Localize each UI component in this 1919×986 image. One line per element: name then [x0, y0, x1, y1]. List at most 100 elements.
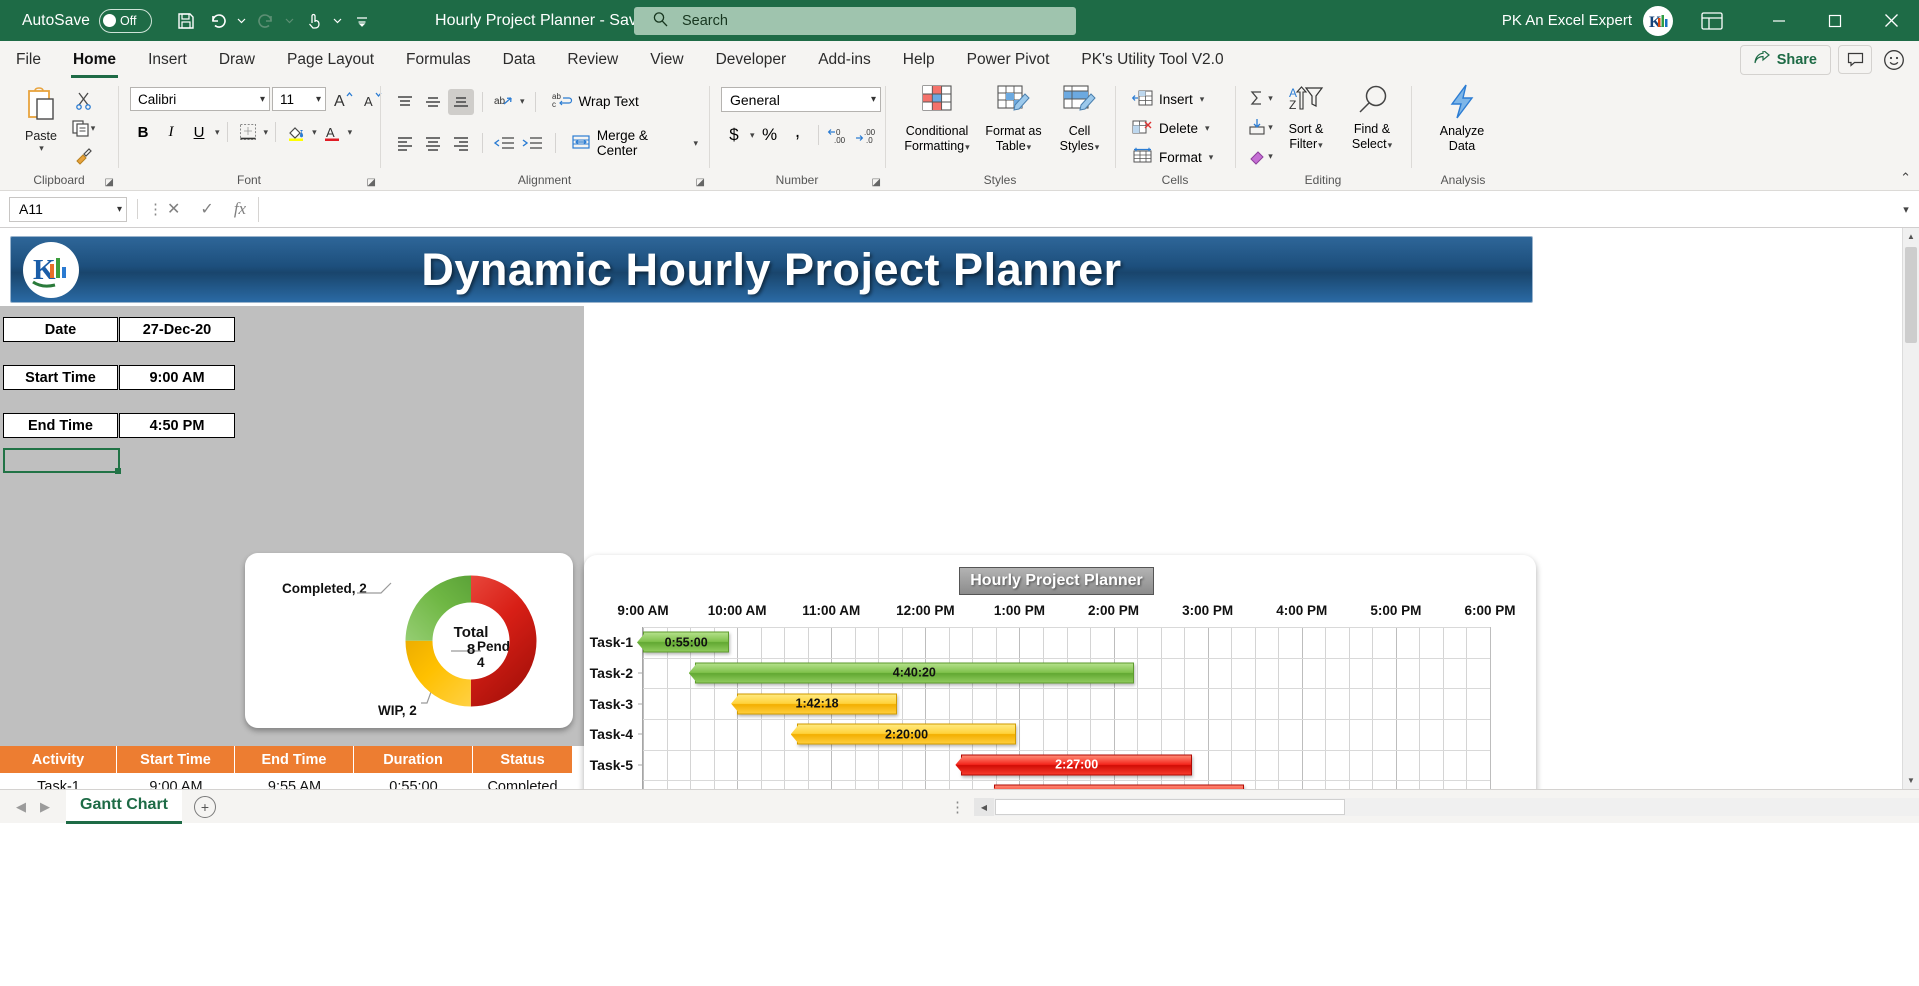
delete-cells-button[interactable]: Delete ▾	[1127, 115, 1215, 142]
cut-icon[interactable]	[70, 87, 96, 113]
tab-developer[interactable]: Developer	[700, 41, 803, 78]
conditional-formatting-dropdown-icon[interactable]: ▾	[965, 142, 970, 152]
horizontal-scroll-thumb[interactable]	[995, 799, 1345, 815]
name-box[interactable]: A11 ▾	[9, 196, 127, 222]
gantt-bar[interactable]: 2:20:00	[796, 723, 1017, 745]
formula-input[interactable]	[258, 196, 1893, 222]
share-button[interactable]: Share	[1739, 44, 1831, 75]
scroll-up-icon[interactable]: ▲	[1903, 228, 1919, 245]
minimize-button[interactable]	[1751, 0, 1807, 41]
selected-cell-a11[interactable]	[3, 448, 121, 474]
fill-dropdown-icon[interactable]: ▾	[1268, 122, 1273, 133]
col-header-end-time[interactable]: End Time	[235, 746, 354, 773]
font-dialog-launcher[interactable]: ◪	[367, 177, 376, 188]
text-orientation-dropdown-icon[interactable]: ▾	[520, 96, 525, 107]
tab-help[interactable]: Help	[887, 41, 951, 78]
table-row[interactable]: Task-1 9:00 AM 9:55 AM 0:55:00 Completed	[0, 773, 572, 790]
col-header-start-time[interactable]: Start Time	[117, 746, 235, 773]
borders-icon[interactable]	[235, 119, 261, 145]
tab-data[interactable]: Data	[487, 41, 552, 78]
table-cell-start-time[interactable]: 9:00 AM	[117, 773, 235, 790]
next-sheet-icon[interactable]: ▶	[40, 799, 50, 815]
format-painter-icon[interactable]	[70, 143, 96, 169]
number-dialog-launcher[interactable]: ◪	[872, 177, 881, 188]
percent-style-icon[interactable]: %	[757, 122, 783, 148]
touch-mode-dropdown-icon[interactable]	[330, 6, 345, 36]
merge-center-button[interactable]: Merge & Center ▾	[566, 125, 703, 161]
copy-dropdown-icon[interactable]: ▾	[91, 123, 96, 134]
font-name-dropdown-icon[interactable]: ▾	[260, 94, 265, 105]
font-color-icon[interactable]: A	[319, 119, 345, 145]
enter-check-icon[interactable]: ✓	[200, 199, 213, 219]
find-select-dropdown-icon[interactable]: ▾	[1388, 140, 1393, 150]
autosave-control[interactable]: AutoSave Off	[22, 8, 153, 33]
collapse-ribbon-icon[interactable]: ⌃	[1900, 170, 1911, 186]
underline-button[interactable]: U	[186, 119, 212, 145]
find-select-button[interactable]: Find & Select▾	[1339, 83, 1405, 151]
align-bottom-icon[interactable]	[448, 88, 474, 115]
align-left-icon[interactable]	[392, 130, 418, 156]
wrap-text-button[interactable]: ab c Wrap Text	[546, 88, 644, 115]
hscroll-left-icon[interactable]: ◀	[974, 798, 994, 816]
account-area[interactable]: PK An Excel Expert K	[1502, 0, 1673, 41]
close-button[interactable]	[1863, 0, 1919, 41]
fill-color-icon[interactable]	[283, 119, 309, 145]
font-size-input[interactable]: 11 ▾	[272, 87, 326, 111]
feedback-smiley-icon[interactable]	[1879, 45, 1909, 75]
alignment-dialog-launcher[interactable]: ◪	[696, 177, 705, 188]
fill-color-dropdown-icon[interactable]: ▾	[312, 127, 317, 138]
sort-filter-button[interactable]: AZ Sort & Filter▾	[1275, 83, 1337, 151]
borders-dropdown-icon[interactable]: ▾	[264, 127, 269, 138]
font-color-dropdown-icon[interactable]: ▾	[348, 127, 353, 138]
increase-decimal-icon[interactable]: .00.0	[854, 122, 880, 148]
accounting-format-dropdown-icon[interactable]: ▾	[750, 130, 755, 141]
sort-filter-dropdown-icon[interactable]: ▾	[1318, 140, 1323, 150]
delete-cells-dropdown-icon[interactable]: ▾	[1205, 123, 1210, 134]
expand-formula-bar-icon[interactable]: ▾	[1893, 203, 1919, 216]
comment-icon[interactable]	[1838, 45, 1872, 74]
undo-icon[interactable]	[202, 6, 233, 36]
gantt-chart[interactable]: Hourly Project Planner 9:00 AM 10:00 AM 11…	[584, 555, 1536, 789]
vertical-scrollbar[interactable]: ▲ ▼	[1902, 228, 1919, 789]
format-as-table-button[interactable]: Format as Table▾	[981, 83, 1046, 153]
increase-indent-icon[interactable]	[519, 130, 545, 156]
font-size-dropdown-icon[interactable]: ▾	[316, 94, 321, 105]
tab-file[interactable]: File	[0, 41, 57, 78]
align-middle-icon[interactable]	[420, 89, 446, 115]
col-header-duration[interactable]: Duration	[354, 746, 473, 773]
avatar[interactable]: K	[1643, 5, 1673, 36]
italic-button[interactable]: I	[158, 119, 184, 145]
touch-mode-icon[interactable]	[298, 6, 329, 36]
save-icon[interactable]	[170, 6, 201, 36]
info-value-end-time[interactable]: 4:50 PM	[119, 413, 235, 438]
tab-pk-utility-tool[interactable]: PK's Utility Tool V2.0	[1065, 41, 1239, 78]
restore-button[interactable]	[1807, 0, 1863, 41]
status-donut-chart[interactable]: Completed, 2 Pending 4 WIP, 2 Total 8	[245, 553, 573, 728]
customize-qat-icon[interactable]	[346, 6, 377, 36]
format-cells-button[interactable]: Format ▾	[1127, 144, 1218, 171]
align-center-icon[interactable]	[420, 130, 446, 156]
autosum-dropdown-icon[interactable]: ▾	[1268, 93, 1273, 104]
table-cell-status[interactable]: Completed	[473, 773, 572, 790]
paste-dropdown-icon[interactable]: ▾	[39, 143, 44, 153]
search-box[interactable]: Search	[634, 7, 1076, 35]
formula-bar-more-icon[interactable]: ⋮	[148, 200, 163, 218]
autosum-sigma-icon[interactable]: ▾	[1247, 85, 1273, 111]
accounting-format-icon[interactable]: $	[721, 122, 747, 148]
format-cells-dropdown-icon[interactable]: ▾	[1209, 152, 1214, 163]
underline-dropdown-icon[interactable]: ▾	[215, 127, 220, 138]
tab-insert[interactable]: Insert	[132, 41, 203, 78]
gantt-bar[interactable]: 1:42:18	[737, 693, 898, 715]
search-input[interactable]: Search	[682, 13, 728, 29]
previous-sheet-icon[interactable]: ◀	[16, 799, 26, 815]
fill-down-icon[interactable]: ▾	[1247, 114, 1273, 140]
cell-styles-button[interactable]: Cell Styles▾	[1050, 83, 1109, 153]
tab-review[interactable]: Review	[551, 41, 634, 78]
col-header-status[interactable]: Status	[473, 746, 572, 773]
redo-dropdown-icon[interactable]	[282, 6, 297, 36]
vertical-scroll-thumb[interactable]	[1905, 247, 1917, 343]
horizontal-scrollbar[interactable]	[994, 798, 1919, 816]
tab-power-pivot[interactable]: Power Pivot	[951, 41, 1066, 78]
number-format-select[interactable]: General ▾	[721, 87, 881, 112]
cell-styles-dropdown-icon[interactable]: ▾	[1095, 142, 1100, 152]
